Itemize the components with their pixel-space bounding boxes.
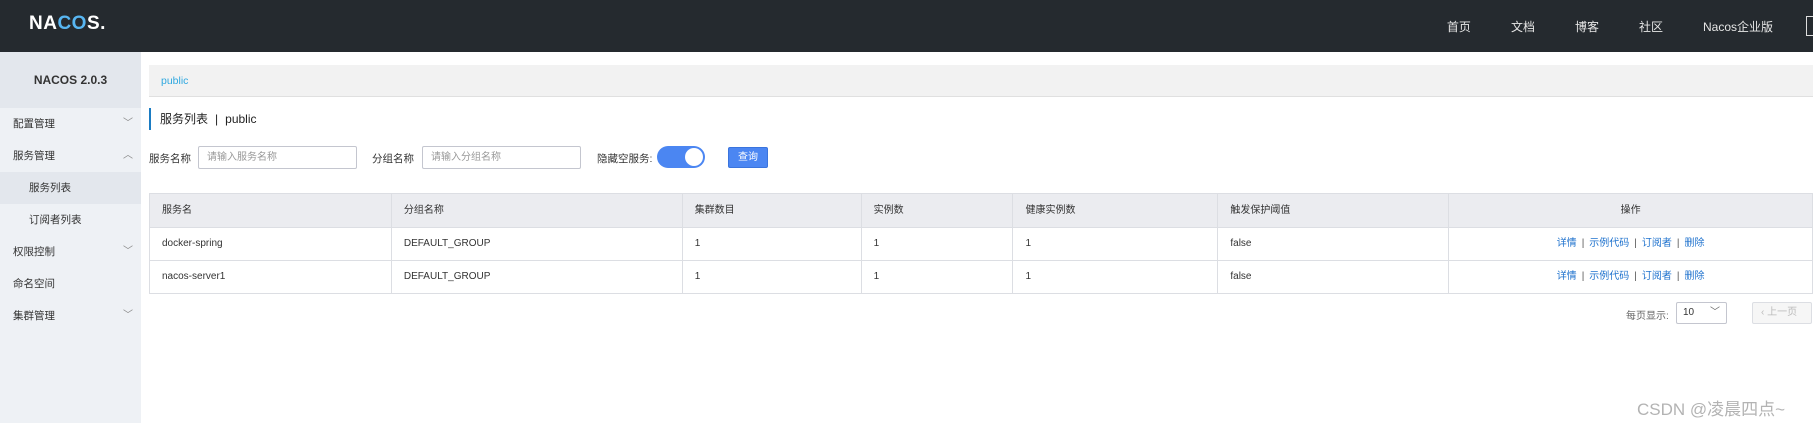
subscribers-link[interactable]: 订阅者: [1642, 238, 1672, 249]
details-link[interactable]: 详情: [1557, 271, 1577, 282]
sidebar-title: NACOS 2.0.3: [0, 52, 141, 108]
query-button[interactable]: 查询: [728, 147, 768, 168]
group-name-input[interactable]: 请输入分组名称: [422, 146, 581, 169]
chevron-down-icon: ﹀: [123, 246, 133, 257]
table-cell: false: [1218, 228, 1450, 260]
table-cell: 1: [683, 261, 862, 293]
hide-empty-label: 隐藏空服务:: [597, 153, 653, 165]
table-cell: nacos-server1: [150, 261, 392, 293]
table-cell: 1: [1013, 261, 1219, 293]
watermark: CSDN @凌晨四点~: [1637, 400, 1786, 419]
sidebar-item-config-management[interactable]: 配置管理 ﹀: [0, 108, 141, 140]
search-form: 服务名称 请输入服务名称 分组名称 请输入分组名称 隐藏空服务: 查询: [149, 145, 1049, 171]
main-content: public 服务列表 | public 服务名称 请输入服务名称 分组名称 请输入…: [141, 52, 1813, 423]
group-name-label: 分组名称: [372, 153, 414, 165]
table-cell: DEFAULT_GROUP: [392, 261, 683, 293]
sidebar-item-label: 订阅者列表: [29, 214, 82, 226]
table-cell: 1: [683, 228, 862, 260]
column-header: 集群数目: [683, 194, 862, 227]
table-cell: docker-spring: [150, 228, 392, 260]
sidebar-item-label: 权限控制: [13, 246, 55, 258]
language-switch-button[interactable]: [1806, 16, 1813, 36]
sidebar-item-label: 服务列表: [29, 182, 71, 194]
table-header-row: 服务名 分组名称 集群数目 实例数 健康实例数 触发保护阈值 操作: [150, 194, 1813, 228]
sidebar-item-label: 服务管理: [13, 150, 55, 162]
namespace-bar: public: [149, 65, 1813, 97]
sample-code-link[interactable]: 示例代码: [1589, 238, 1629, 249]
action-separator: |: [1676, 271, 1680, 282]
row-actions: 详情 | 示例代码 | 订阅者 | 删除: [1449, 261, 1813, 293]
column-header: 操作: [1449, 194, 1813, 227]
page-size-label: 每页显示:: [1626, 311, 1669, 322]
pagination: 每页显示: 10 ﹀ ‹ 上一页: [1626, 302, 1813, 324]
nav-docs[interactable]: 文档: [1511, 18, 1535, 35]
sidebar-item-label: 集群管理: [13, 310, 55, 322]
sidebar: NACOS 2.0.3 配置管理 ﹀ 服务管理 ︿ 服务列表 订阅者列表 权限控…: [0, 52, 141, 423]
nav-home[interactable]: 首页: [1447, 18, 1471, 35]
table-cell: 1: [862, 261, 1014, 293]
action-separator: |: [1676, 238, 1680, 249]
service-name-label: 服务名称: [149, 153, 191, 165]
action-separator: |: [1634, 271, 1637, 282]
toggle-knob: [685, 148, 703, 166]
table-cell: false: [1218, 261, 1450, 293]
row-actions: 详情 | 示例代码 | 订阅者 | 删除: [1449, 228, 1813, 260]
column-header: 服务名: [150, 194, 392, 227]
table-row: docker-spring DEFAULT_GROUP 1 1 1 false …: [150, 228, 1813, 261]
chevron-down-icon: ﹀: [1710, 307, 1720, 318]
namespace-link-public[interactable]: public: [161, 75, 188, 87]
top-navbar: NACOS. 首页 文档 博客 社区 Nacos企业版: [0, 0, 1813, 52]
page-title: 服务列表 | public: [149, 108, 257, 130]
top-nav: 首页 文档 博客 社区 Nacos企业版: [1447, 0, 1773, 52]
sidebar-item-label: 配置管理: [13, 118, 55, 130]
page-size-select[interactable]: 10 ﹀: [1676, 302, 1727, 324]
action-separator: |: [1581, 238, 1585, 249]
sidebar-item-cluster-management[interactable]: 集群管理 ﹀: [0, 300, 141, 332]
chevron-down-icon: ﹀: [123, 310, 133, 321]
service-name-input[interactable]: 请输入服务名称: [198, 146, 357, 169]
sidebar-item-namespace[interactable]: 命名空间: [0, 268, 141, 300]
subscribers-link[interactable]: 订阅者: [1642, 271, 1672, 282]
sidebar-item-label: 命名空间: [13, 278, 55, 290]
prev-page-button[interactable]: ‹ 上一页: [1752, 302, 1812, 324]
action-separator: |: [1581, 271, 1585, 282]
chevron-up-icon: ︿: [123, 150, 133, 161]
action-separator: |: [1634, 238, 1637, 249]
details-link[interactable]: 详情: [1557, 238, 1577, 249]
nacos-logo[interactable]: NACOS.: [29, 13, 106, 35]
table-cell: DEFAULT_GROUP: [392, 228, 683, 260]
sidebar-item-access-control[interactable]: 权限控制 ﹀: [0, 236, 141, 268]
sidebar-item-service-management[interactable]: 服务管理 ︿: [0, 140, 141, 172]
table-cell: 1: [1013, 228, 1219, 260]
column-header: 触发保护阈值: [1218, 194, 1450, 227]
delete-link[interactable]: 删除: [1685, 271, 1705, 282]
service-table: 服务名 分组名称 集群数目 实例数 健康实例数 触发保护阈值 操作 docker…: [149, 193, 1813, 294]
column-header: 健康实例数: [1013, 194, 1219, 227]
sidebar-item-service-list[interactable]: 服务列表: [0, 172, 141, 204]
table-cell: 1: [862, 228, 1014, 260]
nav-blog[interactable]: 博客: [1575, 18, 1599, 35]
nav-community[interactable]: 社区: [1639, 18, 1663, 35]
column-header: 分组名称: [392, 194, 683, 227]
delete-link[interactable]: 删除: [1685, 238, 1705, 249]
column-header: 实例数: [862, 194, 1014, 227]
sample-code-link[interactable]: 示例代码: [1589, 271, 1629, 282]
table-row: nacos-server1 DEFAULT_GROUP 1 1 1 false …: [150, 261, 1813, 294]
hide-empty-toggle[interactable]: [657, 146, 705, 168]
sidebar-item-subscriber-list[interactable]: 订阅者列表: [0, 204, 141, 236]
nav-enterprise[interactable]: Nacos企业版: [1703, 18, 1773, 35]
chevron-down-icon: ﹀: [123, 118, 133, 129]
